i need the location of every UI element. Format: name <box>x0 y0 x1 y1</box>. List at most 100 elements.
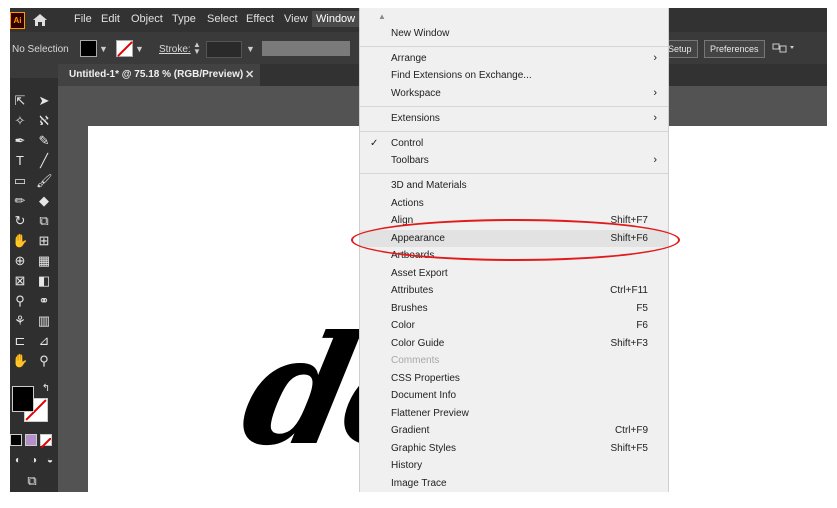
eraser-tool-icon[interactable]: ◆ <box>36 194 52 208</box>
draw-behind-icon[interactable]: ◑ <box>26 454 42 468</box>
menu-select[interactable]: Select <box>207 13 238 25</box>
menu-file[interactable]: File <box>74 13 92 25</box>
menu-item-color[interactable]: Color F6 <box>360 317 668 334</box>
menu-item-image-trace[interactable]: Image Trace <box>360 475 668 492</box>
arrange-documents-icon[interactable] <box>772 42 796 54</box>
gradient-tool-icon[interactable]: ◧ <box>36 274 52 288</box>
eyedropper-tool-icon[interactable]: ⚲ <box>12 294 28 308</box>
app-logo: Ai <box>10 12 25 29</box>
lasso-tool-icon[interactable]: ℵ <box>36 114 52 128</box>
menu-item-toolbars[interactable]: Toolbars › <box>360 152 668 169</box>
menu-item-artboards[interactable]: Artboards <box>360 247 668 264</box>
menu-object[interactable]: Object <box>131 13 163 25</box>
none-mode-icon[interactable] <box>40 434 52 449</box>
menu-separator <box>360 46 668 47</box>
menu-item-document-info[interactable]: Document Info <box>360 387 668 404</box>
pen-tool-icon[interactable]: ✒ <box>12 134 28 148</box>
scale-tool-icon[interactable]: ⧉ <box>36 214 52 228</box>
fill-dropdown-icon[interactable]: ▼ <box>99 45 108 54</box>
draw-mode-icon[interactable]: ◐ <box>10 454 26 468</box>
menu-item-find-extensions[interactable]: Find Extensions on Exchange... <box>360 67 668 84</box>
window-menu-dropdown: ▲ New Window Arrange › Find Extensions on… <box>359 8 669 492</box>
menu-item-new-window[interactable]: New Window <box>360 25 668 42</box>
shape-builder-tool-icon[interactable]: ⊕ <box>12 254 28 268</box>
selection-tool-icon[interactable]: ⇱ <box>12 94 28 108</box>
menu-item-workspace[interactable]: Workspace › <box>360 85 668 102</box>
scroll-up-icon[interactable]: ▲ <box>378 12 386 21</box>
menu-item-3d-materials[interactable]: 3D and Materials <box>360 177 668 194</box>
symbol-sprayer-tool-icon[interactable]: ⚘ <box>12 314 28 328</box>
draw-inside-icon[interactable]: ◒ <box>42 454 58 468</box>
document-tab[interactable]: Untitled-1* @ 75.18 % (RGB/Preview) ✕ <box>58 64 260 86</box>
menu-separator <box>360 131 668 132</box>
rotate-tool-icon[interactable]: ↻ <box>12 214 28 228</box>
menu-item-color-guide[interactable]: Color Guide Shift+F3 <box>360 335 668 352</box>
menu-type[interactable]: Type <box>172 13 196 25</box>
menu-item-control[interactable]: ✓ Control <box>360 135 668 152</box>
menu-item-arrange[interactable]: Arrange › <box>360 50 668 67</box>
menu-item-asset-export[interactable]: Asset Export <box>360 265 668 282</box>
gradient-mode-icon[interactable] <box>25 434 37 446</box>
free-transform-tool-icon[interactable]: ⊞ <box>36 234 52 248</box>
close-tab-icon[interactable]: ✕ <box>245 64 254 86</box>
fill-swatch[interactable] <box>80 40 97 57</box>
mesh-tool-icon[interactable]: ⊠ <box>12 274 28 288</box>
line-tool-icon[interactable]: ╱ <box>36 154 52 168</box>
blend-tool-icon[interactable]: ⚭ <box>36 294 52 308</box>
color-mode-icon[interactable] <box>10 434 22 446</box>
warp-tool-icon[interactable]: ✋ <box>12 234 28 248</box>
none-slash-icon <box>40 437 52 449</box>
submenu-arrow-icon: › <box>653 154 657 166</box>
menu-window[interactable]: Window <box>312 11 360 27</box>
variable-width-profile[interactable] <box>262 41 350 56</box>
menu-item-appearance[interactable]: Appearance Shift+F6 <box>360 230 668 247</box>
stroke-label[interactable]: Stroke: <box>159 44 191 55</box>
menu-item-actions[interactable]: Actions <box>360 195 668 212</box>
menu-view[interactable]: View <box>284 13 308 25</box>
hand-tool-icon[interactable]: ✋ <box>12 354 28 368</box>
submenu-arrow-icon: › <box>653 87 657 99</box>
stroke-weight-dropdown-icon[interactable]: ▼ <box>246 45 255 54</box>
menu-item-extensions[interactable]: Extensions › <box>360 110 668 127</box>
document-tab-title: Untitled-1* @ 75.18 % (RGB/Preview) <box>69 69 244 80</box>
magic-wand-tool-icon[interactable]: ✧ <box>12 114 28 128</box>
stroke-swatch[interactable] <box>116 40 133 57</box>
swap-fill-stroke-icon[interactable]: ↰ <box>38 382 54 396</box>
tools-panel: ⇱ ➤ ✧ ℵ ✒ ✎ T ╱ ▭ 🖌 ✏ ◆ ↻ ⧉ ✋ ⊞ ⊕ ▦ ⊠ ◧ … <box>10 64 58 492</box>
selection-status: No Selection <box>12 44 69 55</box>
preferences-button[interactable]: Preferences <box>704 40 765 58</box>
column-graph-tool-icon[interactable]: ▥ <box>36 314 52 328</box>
menu-item-history[interactable]: History <box>360 457 668 474</box>
menu-separator <box>360 173 668 174</box>
perspective-grid-tool-icon[interactable]: ▦ <box>36 254 52 268</box>
stroke-weight-spinner-icon[interactable]: ▲ ▼ <box>193 41 201 56</box>
submenu-arrow-icon: › <box>653 52 657 64</box>
zoom-tool-icon[interactable]: ⚲ <box>36 354 52 368</box>
curvature-tool-icon[interactable]: ✎ <box>36 134 52 148</box>
direct-selection-tool-icon[interactable]: ➤ <box>36 94 52 108</box>
shaper-tool-icon[interactable]: ✏ <box>12 194 28 208</box>
fill-color-box[interactable] <box>12 386 34 412</box>
artboard-tool-icon[interactable]: ⊏ <box>12 334 28 348</box>
slice-tool-icon[interactable]: ⊿ <box>36 334 52 348</box>
submenu-arrow-icon: › <box>653 112 657 124</box>
menu-effect[interactable]: Effect <box>246 13 274 25</box>
stroke-swatch-dropdown-icon[interactable]: ▼ <box>135 45 144 54</box>
menu-item-attributes[interactable]: Attributes Ctrl+F11 <box>360 282 668 299</box>
home-icon[interactable] <box>32 12 48 28</box>
menu-item-flattener-preview[interactable]: Flattener Preview <box>360 405 668 422</box>
menu-item-css-properties[interactable]: CSS Properties <box>360 370 668 387</box>
menu-item-brushes[interactable]: Brushes F5 <box>360 300 668 317</box>
tools-panel-grip[interactable] <box>10 64 58 78</box>
type-tool-icon[interactable]: T <box>12 154 28 168</box>
menu-item-align[interactable]: Align Shift+F7 <box>360 212 668 229</box>
menu-separator <box>360 106 668 107</box>
paintbrush-tool-icon[interactable]: 🖌 <box>36 174 53 188</box>
menu-item-graphic-styles[interactable]: Graphic Styles Shift+F5 <box>360 440 668 457</box>
screen-mode-icon[interactable]: ⧉ <box>24 474 40 488</box>
menu-item-gradient[interactable]: Gradient Ctrl+F9 <box>360 422 668 439</box>
checkmark-icon: ✓ <box>370 138 379 149</box>
menu-edit[interactable]: Edit <box>101 13 120 25</box>
stroke-weight-field[interactable] <box>206 41 242 58</box>
rectangle-tool-icon[interactable]: ▭ <box>12 174 28 188</box>
